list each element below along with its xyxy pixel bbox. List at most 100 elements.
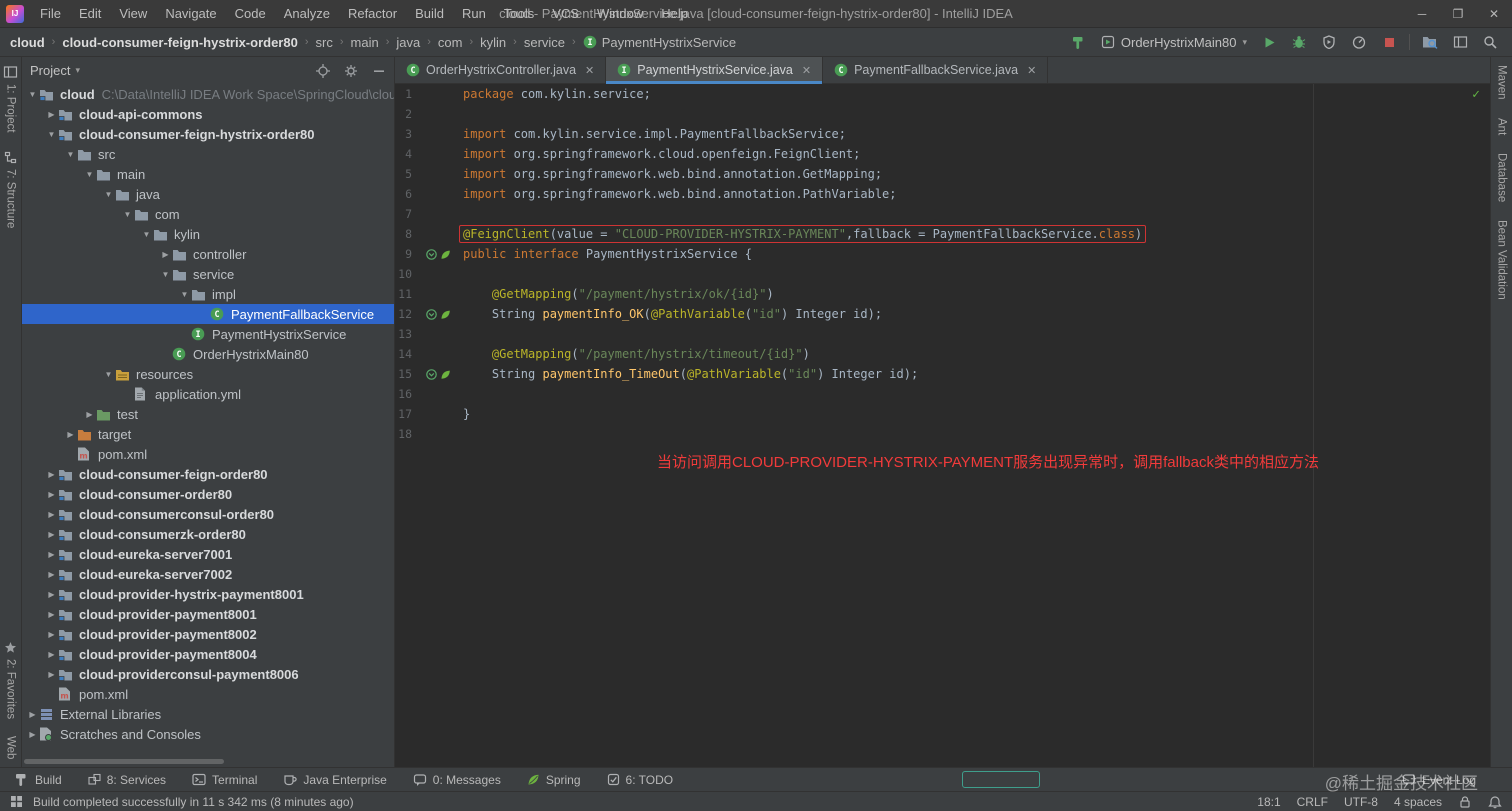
menu-window[interactable]: Window [588,0,652,27]
breadcrumb-main[interactable]: main [351,35,379,50]
breadcrumb-kylin[interactable]: kylin [480,35,506,50]
tool-window-switcher-icon[interactable] [10,795,23,808]
minimize-button[interactable]: ─ [1404,0,1440,28]
tree-item-impl[interactable]: ▼impl [22,284,394,304]
expanded-arrow-icon[interactable]: ▼ [140,230,153,239]
tree-item-cloud-consumerzk-order80[interactable]: ▶cloud-consumerzk-order80 [22,524,394,544]
collapsed-arrow-icon[interactable]: ▶ [45,570,58,579]
tool-window-button-6-todo[interactable]: 6: TODO [607,773,674,787]
code-line-15[interactable]: 15 String paymentInfo_TimeOut(@PathVaria… [395,364,1490,384]
tool-strip-button-7-structure[interactable]: 7: Structure [4,151,17,228]
expanded-arrow-icon[interactable]: ▼ [102,370,115,379]
locate-button[interactable] [316,64,330,78]
tree-item-service[interactable]: ▼service [22,264,394,284]
tool-window-button-terminal[interactable]: Terminal [192,773,257,787]
tree-item-cloud-consumer-feign-order80[interactable]: ▶cloud-consumer-feign-order80 [22,464,394,484]
expanded-arrow-icon[interactable]: ▼ [83,170,96,179]
readonly-lock-icon[interactable] [1458,795,1472,809]
notifications-bell-icon[interactable] [1488,795,1502,809]
menu-navigate[interactable]: Navigate [156,0,225,27]
menu-view[interactable]: View [110,0,156,27]
code-line-5[interactable]: 5import org.springframework.web.bind.ann… [395,164,1490,184]
collapsed-arrow-icon[interactable]: ▶ [45,110,58,119]
tab-paymenthystrixservice-java[interactable]: IPaymentHystrixService.java✕ [606,57,823,83]
code-line-13[interactable]: 13 [395,324,1490,344]
code-line-2[interactable]: 2 [395,104,1490,124]
collapsed-arrow-icon[interactable]: ▶ [45,610,58,619]
breadcrumb-src[interactable]: src [316,35,333,50]
collapsed-arrow-icon[interactable]: ▶ [45,550,58,559]
tool-window-button-java-enterprise[interactable]: Java Enterprise [283,773,386,787]
tool-window-button-8-services[interactable]: 8: Services [88,773,166,787]
spring-bean-icon[interactable] [440,369,451,380]
search-everywhere-button[interactable] [1480,32,1500,52]
breadcrumb-cloud-consumer-feign-hystrix-order80[interactable]: cloud-consumer-feign-hystrix-order80 [62,35,298,50]
code-line-9[interactable]: 9public interface PaymentHystrixService … [395,244,1490,264]
code-line-11[interactable]: 11 @GetMapping("/payment/hystrix/ok/{id}… [395,284,1490,304]
code-line-1[interactable]: 1package com.kylin.service; [395,84,1490,104]
menu-file[interactable]: File [31,0,70,27]
expanded-arrow-icon[interactable]: ▼ [178,290,191,299]
tool-windows-button[interactable] [1450,32,1470,52]
run-configuration-selector[interactable]: OrderHystrixMain80▾ [1099,33,1249,52]
tree-item-cloud-provider-payment8001[interactable]: ▶cloud-provider-payment8001 [22,604,394,624]
tool-window-button-build[interactable]: Build [14,772,62,787]
run-button[interactable] [1259,32,1279,52]
breadcrumb-paymenthystrixservice[interactable]: IPaymentHystrixService [583,35,736,50]
tool-strip-button-database[interactable]: Database [1496,153,1508,202]
tree-item-external-libraries[interactable]: ▶External Libraries [22,704,394,724]
tree-item-java[interactable]: ▼java [22,184,394,204]
expanded-arrow-icon[interactable]: ▼ [159,270,172,279]
expanded-arrow-icon[interactable]: ▼ [45,130,58,139]
menu-edit[interactable]: Edit [70,0,110,27]
expanded-arrow-icon[interactable]: ▼ [64,150,77,159]
breadcrumb-java[interactable]: java [396,35,420,50]
stop-button[interactable] [1379,32,1399,52]
code-line-7[interactable]: 7 [395,204,1490,224]
code-line-14[interactable]: 14 @GetMapping("/payment/hystrix/timeout… [395,344,1490,364]
tree-item-main[interactable]: ▼main [22,164,394,184]
tool-strip-button-maven[interactable]: Maven [1496,65,1508,100]
tree-item-paymenthystrixservice[interactable]: IPaymentHystrixService [22,324,394,344]
tool-strip-button-ant[interactable]: Ant [1496,118,1508,135]
menu-vcs[interactable]: VCS [543,0,588,27]
tool-window-button-0-messages[interactable]: 0: Messages [413,773,501,787]
collapsed-arrow-icon[interactable]: ▶ [45,490,58,499]
close-icon[interactable]: ✕ [585,64,594,77]
tab-orderhystrixcontroller-java[interactable]: COrderHystrixController.java✕ [395,57,606,83]
collapsed-arrow-icon[interactable]: ▶ [45,670,58,679]
tree-item-controller[interactable]: ▶controller [22,244,394,264]
tree-item-test[interactable]: ▶test [22,404,394,424]
inspections-ok-icon[interactable]: ✓ [1472,87,1480,102]
collapsed-arrow-icon[interactable]: ▶ [45,630,58,639]
tree-item-kylin[interactable]: ▼kylin [22,224,394,244]
close-icon[interactable]: ✕ [1027,64,1036,77]
tree-item-cloud-eureka-server7001[interactable]: ▶cloud-eureka-server7001 [22,544,394,564]
tree-item-cloud-provider-hystrix-payment8001[interactable]: ▶cloud-provider-hystrix-payment8001 [22,584,394,604]
breadcrumb-com[interactable]: com [438,35,463,50]
expanded-arrow-icon[interactable]: ▼ [102,190,115,199]
implemented-marker-icon[interactable] [426,369,437,380]
collapsed-arrow-icon[interactable]: ▶ [45,590,58,599]
tree-item-target[interactable]: ▶target [22,424,394,444]
collapsed-arrow-icon[interactable]: ▶ [64,430,77,439]
collapsed-arrow-icon[interactable]: ▶ [83,410,96,419]
tree-item-cloud-consumerconsul-order80[interactable]: ▶cloud-consumerconsul-order80 [22,504,394,524]
horizontal-scrollbar[interactable] [24,759,224,764]
code-line-6[interactable]: 6import org.springframework.web.bind.ann… [395,184,1490,204]
maximize-button[interactable]: ❐ [1440,0,1476,28]
code-line-10[interactable]: 10 [395,264,1490,284]
code-line-8[interactable]: 8@FeignClient(value = "CLOUD-PROVIDER-HY… [395,224,1490,244]
debug-button[interactable] [1289,32,1309,52]
tool-strip-button-web[interactable]: Web [5,736,17,759]
tree-item-com[interactable]: ▼com [22,204,394,224]
collapsed-arrow-icon[interactable]: ▶ [26,730,39,739]
menu-run[interactable]: Run [453,0,495,27]
code-line-16[interactable]: 16 [395,384,1490,404]
tool-window-button-spring[interactable]: Spring [527,773,581,787]
tool-strip-button-1-project[interactable]: 1: Project [3,65,18,133]
run-with-coverage-button[interactable] [1319,32,1339,52]
chevron-down-icon[interactable]: ▾ [75,65,80,76]
tree-item-cloud-consumer-order80[interactable]: ▶cloud-consumer-order80 [22,484,394,504]
menu-tools[interactable]: Tools [495,0,543,27]
